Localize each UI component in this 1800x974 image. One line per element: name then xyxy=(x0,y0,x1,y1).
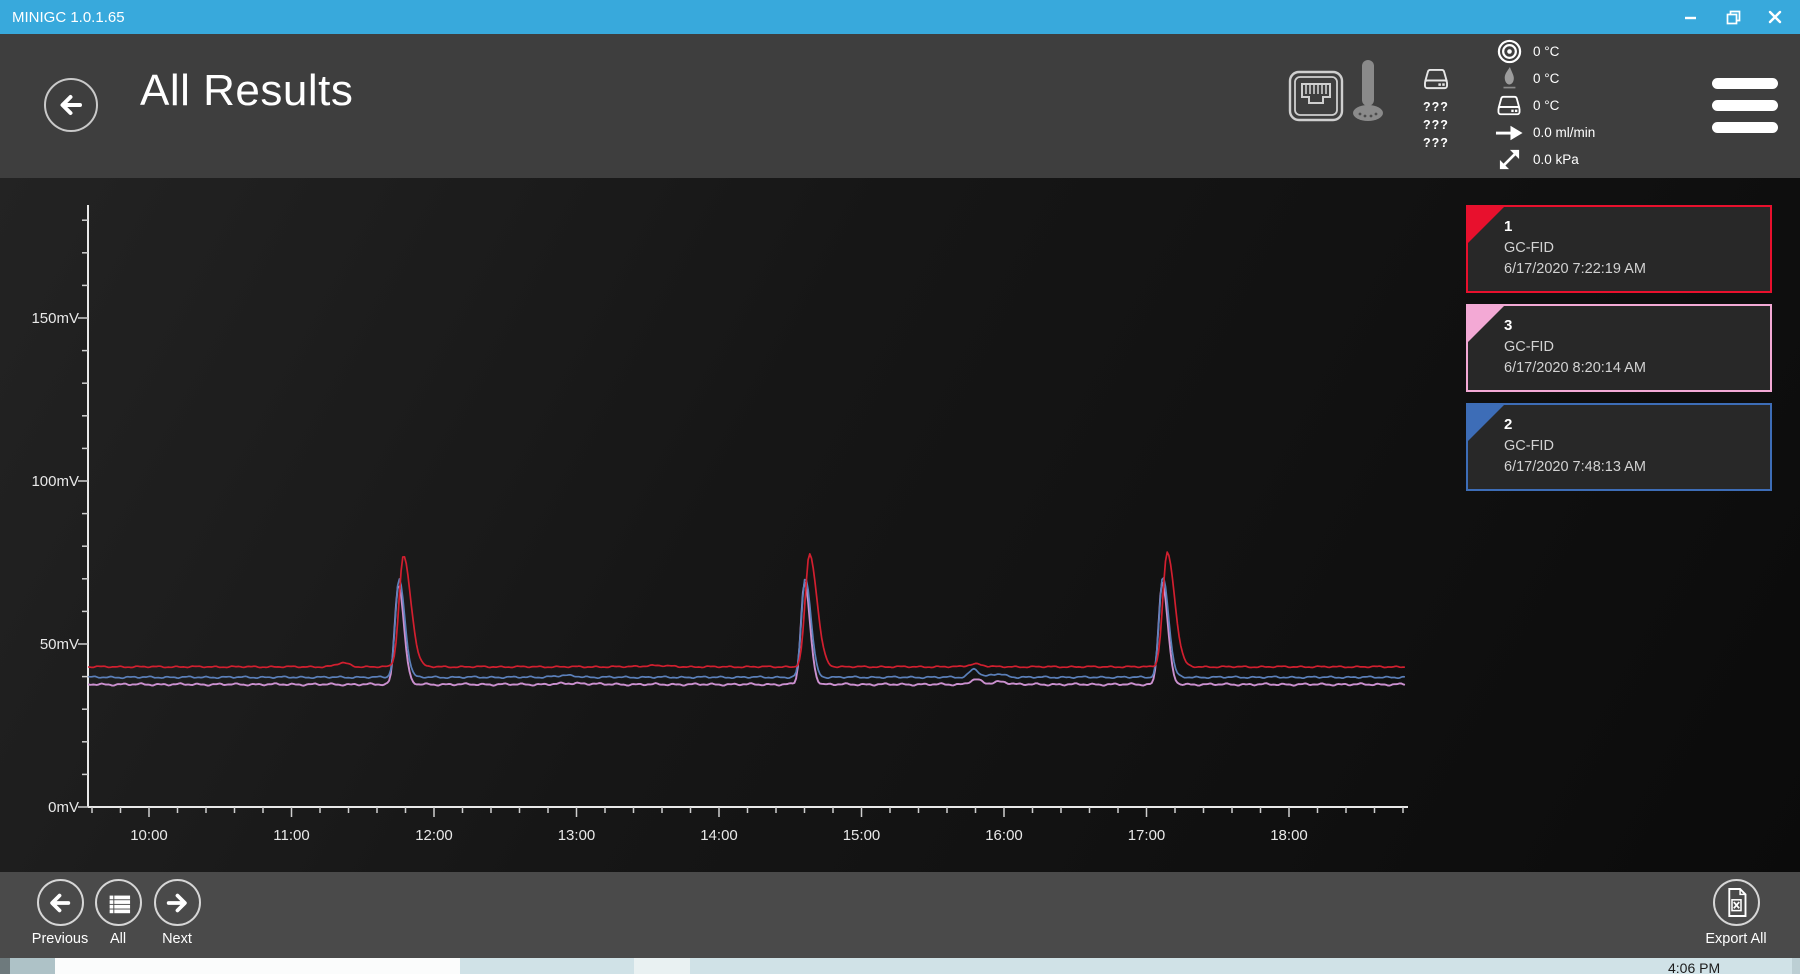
card-number: 3 xyxy=(1504,317,1770,334)
window-title: MINIGC 1.0.1.65 xyxy=(12,9,125,26)
target-icon xyxy=(1494,39,1524,64)
header: All Results ??? xyxy=(0,34,1800,178)
flow-arrow-icon xyxy=(1494,123,1524,143)
results-list: 1 GC-FID 6/17/2020 7:22:19 AM 3 GC-FID 6… xyxy=(1466,205,1772,491)
result-card[interactable]: 3 GC-FID 6/17/2020 8:20:14 AM xyxy=(1466,304,1772,392)
card-number: 2 xyxy=(1504,416,1770,433)
page-title: All Results xyxy=(140,66,353,116)
status-value: 0 °C xyxy=(1533,44,1559,59)
minimize-icon xyxy=(1684,10,1698,24)
taskbar-segment xyxy=(634,958,690,974)
status-row: 0 °C xyxy=(1494,92,1595,119)
card-number: 1 xyxy=(1504,218,1770,235)
y-tick-label: 0mV xyxy=(48,799,79,816)
restore-button[interactable] xyxy=(1712,2,1754,32)
status-value: 0 °C xyxy=(1533,98,1559,113)
status-row: 0 °C xyxy=(1494,65,1595,92)
detector-status-group: ??? ??? ??? xyxy=(1414,68,1458,150)
trace-run-1-red xyxy=(88,552,1405,667)
taskbar-segment xyxy=(1792,958,1800,974)
bottom-toolbar: Previous All Next xyxy=(0,872,1800,958)
all-label: All xyxy=(110,931,126,947)
taskbar-segment xyxy=(0,958,10,974)
status-value: 0.0 kPa xyxy=(1533,152,1579,167)
next-button[interactable]: Next xyxy=(129,872,225,947)
oven-icon xyxy=(1494,95,1524,117)
restore-icon xyxy=(1726,10,1741,25)
minimize-button[interactable] xyxy=(1670,2,1712,32)
x-tick-label: 18:00 xyxy=(1270,827,1308,844)
menu-button[interactable] xyxy=(1712,78,1778,144)
column-icon xyxy=(1350,58,1386,129)
export-excel-icon xyxy=(1713,879,1760,926)
trace-run-2-blue xyxy=(88,578,1405,679)
arrow-left-icon xyxy=(57,91,85,119)
status-value: 0.0 ml/min xyxy=(1533,125,1595,140)
card-corner-triangle xyxy=(1468,405,1504,441)
x-tick-label: 13:00 xyxy=(558,827,596,844)
back-button[interactable] xyxy=(44,78,98,132)
y-tick-label: 50mV xyxy=(40,636,79,653)
x-tick-label: 12:00 xyxy=(415,827,453,844)
unknown-temp-value: ??? xyxy=(1414,136,1458,150)
app-window: MINIGC 1.0.1.65 All Results xyxy=(0,0,1800,974)
status-value: 0 °C xyxy=(1533,71,1559,86)
status-row: 0 °C xyxy=(1494,38,1595,65)
pressure-arrows-icon xyxy=(1494,148,1524,171)
y-tick-label: 150mV xyxy=(31,310,79,327)
status-row: 0.0 kPa xyxy=(1494,146,1595,173)
x-tick-label: 16:00 xyxy=(985,827,1023,844)
taskbar-sliver: 4:06 PM xyxy=(0,958,1800,974)
y-tick-label: 100mV xyxy=(31,473,79,490)
card-datetime: 6/17/2020 8:20:14 AM xyxy=(1504,360,1770,376)
flame-icon xyxy=(1494,66,1524,91)
card-method: GC-FID xyxy=(1504,240,1770,256)
chart-area: 0mV 50mV 100mV 150mV 10:00 11:00 12:00 13:00 14:… xyxy=(0,178,1800,872)
titlebar: MINIGC 1.0.1.65 xyxy=(0,0,1800,34)
card-method: GC-FID xyxy=(1504,339,1770,355)
unknown-temp-value: ??? xyxy=(1414,100,1458,114)
window-controls xyxy=(1670,2,1796,32)
export-all-label: Export All xyxy=(1705,931,1766,947)
unknown-temp-value: ??? xyxy=(1414,118,1458,132)
card-method: GC-FID xyxy=(1504,438,1770,454)
export-all-button[interactable]: Export All xyxy=(1688,872,1784,947)
result-card[interactable]: 1 GC-FID 6/17/2020 7:22:19 AM xyxy=(1466,205,1772,293)
x-tick-label: 10:00 xyxy=(130,827,168,844)
card-datetime: 6/17/2020 7:48:13 AM xyxy=(1504,459,1770,475)
x-tick-label: 11:00 xyxy=(273,827,309,844)
trace-run-3-pink xyxy=(88,582,1405,685)
taskbar-segment xyxy=(55,958,460,974)
card-datetime: 6/17/2020 7:22:19 AM xyxy=(1504,261,1770,277)
close-icon xyxy=(1768,10,1782,24)
arrow-right-icon xyxy=(154,879,201,926)
taskbar-segment xyxy=(10,958,55,974)
status-row: 0.0 ml/min xyxy=(1494,119,1595,146)
next-label: Next xyxy=(162,931,192,947)
card-corner-triangle xyxy=(1468,306,1504,342)
oven-icon xyxy=(1421,68,1451,91)
card-corner-triangle xyxy=(1468,207,1504,243)
ethernet-icon xyxy=(1288,70,1344,127)
taskbar-clock: 4:06 PM xyxy=(1668,960,1720,974)
status-list: 0 °C 0 °C xyxy=(1494,38,1595,173)
result-card[interactable]: 2 GC-FID 6/17/2020 7:48:13 AM xyxy=(1466,403,1772,491)
x-tick-label: 14:00 xyxy=(700,827,738,844)
close-button[interactable] xyxy=(1754,2,1796,32)
x-tick-label: 15:00 xyxy=(843,827,881,844)
x-tick-label: 17:00 xyxy=(1128,827,1166,844)
